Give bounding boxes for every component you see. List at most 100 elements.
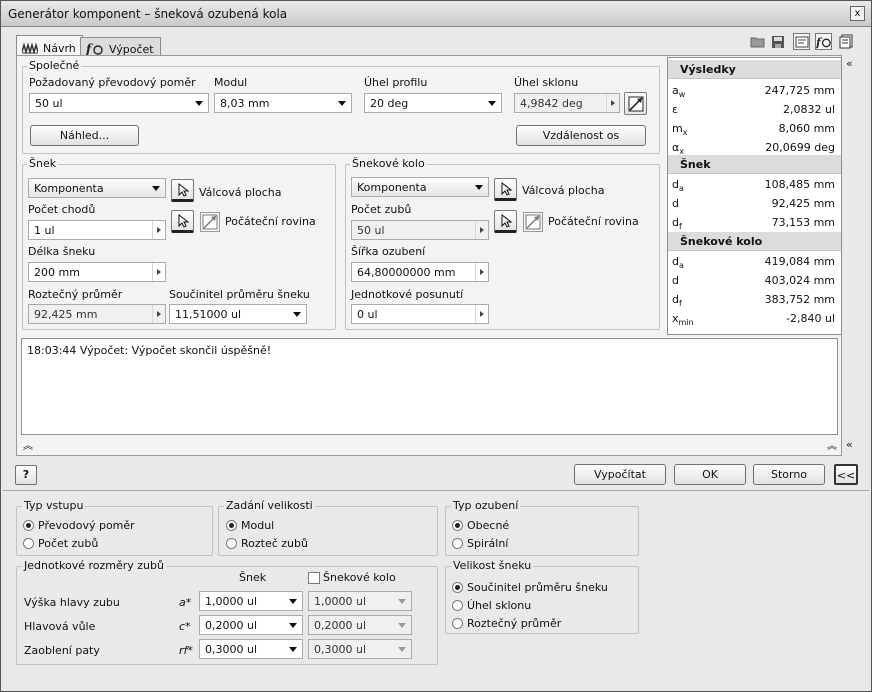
wheel-start-plane-label: Počáteční rovina [548, 215, 639, 228]
profile-angle-dropdown[interactable]: 20 deg [364, 93, 502, 113]
result-value: -2,840 ul [786, 312, 835, 325]
wheel-tooth-dim-dropdown[interactable]: 1,0000 ul [308, 591, 412, 611]
worm-cylindrical-face-label: Válcová plocha [199, 186, 282, 199]
worm-length-label: Délka šneku [28, 245, 96, 258]
module-dropdown[interactable]: 8,03 mm [214, 93, 352, 113]
expand-up-icon[interactable]: ︽ [23, 437, 33, 452]
result-symbol: mx [672, 122, 688, 138]
worm-start-plane-pick[interactable] [171, 210, 194, 233]
result-value: 108,485 mm [764, 178, 835, 191]
save-icon[interactable] [769, 33, 786, 50]
svg-text:f: f [86, 42, 93, 56]
expand-up-icon[interactable]: ︽ [827, 437, 837, 452]
wheel-tooth-dim-dropdown[interactable]: 0,3000 ul [308, 639, 412, 659]
radio-ratio[interactable]: Převodový poměr [23, 519, 135, 532]
spin-arrow-icon[interactable] [475, 221, 488, 239]
wheel-checkbox[interactable] [308, 572, 320, 584]
tab-label: Výpočet [109, 42, 154, 56]
spin-arrow-icon[interactable] [152, 263, 165, 281]
worm-threads-field[interactable]: 1 ul [28, 220, 166, 240]
wheel-teeth-label: Počet zubů [351, 203, 412, 216]
worm-component-dropdown[interactable]: Komponenta [28, 178, 166, 198]
radio-general[interactable]: Obecné [452, 519, 509, 532]
radio-spiral[interactable]: Spirální [452, 537, 508, 550]
radio-pitch-diameter[interactable]: Roztečný průměr [452, 617, 561, 630]
collapse-panel-icon[interactable]: « [846, 438, 853, 451]
flip-direction-button[interactable] [624, 92, 647, 115]
spin-arrow-icon[interactable] [475, 263, 488, 281]
title-bar[interactable]: Generátor komponent – šneková ozubená ko… [1, 1, 871, 27]
wheel-flip-button[interactable] [523, 212, 543, 232]
report-icon[interactable] [838, 33, 855, 50]
radio-module[interactable]: Modul [226, 519, 274, 532]
result-symbol: da [672, 178, 684, 194]
wheel-cylindrical-face-label: Válcová plocha [522, 184, 605, 197]
radio-teeth-count[interactable]: Počet zubů [23, 537, 98, 550]
worm-pitch-diameter-field[interactable]: 92,425 mm [28, 304, 166, 324]
tooth-dim-symbol: c* [179, 620, 191, 633]
close-button[interactable]: x [850, 6, 865, 21]
tab-vypocet[interactable]: f Výpočet [80, 37, 161, 57]
result-symbol: d [672, 197, 679, 210]
wheel-unit-shift-field[interactable]: 0 ul [351, 304, 489, 324]
worm-length-field[interactable]: 200 mm [28, 262, 166, 282]
radio-helix-angle[interactable]: Úhel sklonu [452, 599, 531, 612]
wheel-teeth-field[interactable]: 50 ul [351, 220, 489, 240]
worm-flip-button[interactable] [200, 212, 220, 232]
preview-button[interactable]: Náhled... [30, 125, 139, 146]
radio-pitch[interactable]: Rozteč zubů [226, 537, 308, 550]
spin-arrow-icon[interactable] [606, 94, 619, 112]
tooth-dim-label: Hlavová vůle [24, 620, 96, 633]
spin-arrow-icon[interactable] [475, 305, 488, 323]
design-icon [22, 42, 38, 54]
dialog-window: Generátor komponent – šneková ozubená ko… [0, 0, 872, 692]
flip-icon [525, 214, 541, 230]
cancel-button[interactable]: Storno [753, 464, 825, 485]
worm-tooth-dim-dropdown[interactable]: 0,2000 ul [199, 615, 303, 635]
worm-pitch-diameter-label: Roztečný průměr [28, 288, 123, 301]
flip-icon [202, 214, 218, 230]
wheel-cylindrical-face-pick[interactable] [494, 178, 517, 201]
ratio-dropdown[interactable]: 50 ul [29, 93, 209, 113]
message-log[interactable]: 18:03:44 Výpočet: Výpočet skončil úspěšn… [21, 338, 838, 435]
calculation-icon[interactable]: f [815, 33, 832, 50]
window-title: Generátor komponent – šneková ozubená ko… [8, 7, 288, 21]
group-title: Šnekové kolo [350, 157, 427, 170]
open-folder-icon[interactable] [749, 33, 766, 50]
function-icon: f [86, 42, 103, 56]
module-label: Modul [214, 76, 248, 89]
helix-angle-field[interactable]: 4,9842 deg [514, 93, 620, 113]
worm-tooth-dim-dropdown[interactable]: 0,3000 ul [199, 639, 303, 659]
result-value: 2,0832 ul [782, 103, 835, 116]
radio-diameter-factor[interactable]: Součinitel průměru šneku [452, 581, 608, 594]
spin-arrow-icon[interactable] [152, 221, 165, 239]
helix-angle-label: Úhel sklonu [514, 76, 579, 89]
result-row: ε 2,0832 ul [668, 100, 841, 120]
ok-button[interactable]: OK [674, 464, 746, 485]
help-button[interactable]: ? [15, 465, 37, 485]
group-title: Typ vstupu [22, 499, 86, 512]
wheel-tooth-dim-dropdown[interactable]: 0,2000 ul [308, 615, 412, 635]
center-distance-button[interactable]: Vzdálenost os [516, 125, 646, 146]
calculate-button[interactable]: Vypočítat [574, 464, 666, 485]
result-symbol: xmin [672, 312, 694, 328]
tooth-dim-label: Zaoblení paty [24, 644, 100, 657]
wheel-start-plane-pick[interactable] [494, 210, 517, 233]
wheel-face-width-field[interactable]: 64,80000000 mm [351, 262, 489, 282]
collapse-results-icon[interactable]: « [846, 57, 853, 70]
worm-threads-label: Počet chodů [28, 203, 96, 216]
result-symbol: df [672, 293, 682, 309]
worm-cylindrical-face-pick[interactable] [171, 179, 194, 202]
worm-diameter-factor-dropdown[interactable]: 11,51000 ul [169, 304, 307, 324]
tooth-dim-symbol: rf* [179, 644, 193, 657]
flip-icon [628, 96, 643, 111]
results-worm-title: Šnek [668, 155, 841, 174]
wheel-component-dropdown[interactable]: Komponenta [351, 177, 489, 197]
collapse-options-button[interactable]: << [834, 464, 858, 485]
spin-arrow-icon[interactable] [152, 305, 165, 323]
worm-tooth-dim-dropdown[interactable]: 1,0000 ul [199, 591, 303, 611]
tab-navrh[interactable]: Návrh [16, 35, 83, 57]
properties-icon[interactable] [793, 33, 810, 50]
result-value: 92,425 mm [771, 197, 835, 210]
wheel-unit-shift-label: Jednotkové posunutí [351, 288, 464, 301]
